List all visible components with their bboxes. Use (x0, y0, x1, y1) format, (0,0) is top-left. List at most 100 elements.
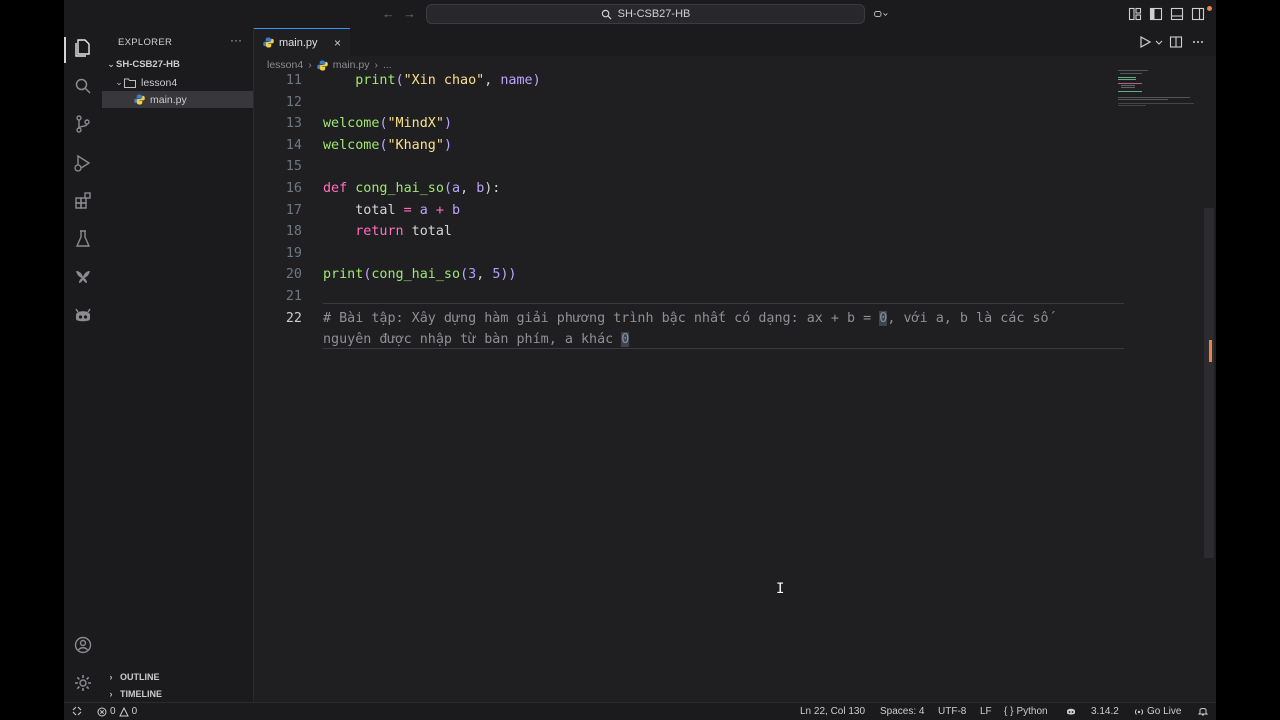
search-icon (601, 9, 612, 20)
code-line[interactable]: 12 (254, 92, 1154, 114)
line-number: 20 (285, 267, 302, 283)
chevron-down-icon[interactable] (1152, 35, 1163, 49)
chevron-right-icon: › (109, 671, 113, 682)
code-line[interactable]: 11 print("Xin chao", name) (254, 70, 1154, 92)
code-line[interactable]: nguyên được nhập từ bàn phím, a khác 0 (254, 329, 1154, 351)
language-label: Python (1016, 706, 1048, 717)
scrollbar-cursor-marker (1209, 340, 1212, 362)
more-actions-icon[interactable]: ··· (230, 33, 242, 47)
code-line[interactable]: 14 welcome("Khang") (254, 135, 1154, 157)
settings-icon[interactable] (72, 672, 94, 694)
flutter-icon[interactable] (72, 266, 94, 288)
go-live-button[interactable]: Go Live (1134, 706, 1181, 717)
chevron-right-icon: › (109, 688, 113, 699)
more-actions-icon[interactable] (1191, 35, 1205, 49)
extensions-icon[interactable] (72, 190, 94, 212)
indentation[interactable]: Spaces: 4 (880, 706, 924, 717)
line-content: print(cong_hai_so(3, 5)) (323, 267, 517, 283)
notifications-bell-icon[interactable] (1198, 706, 1208, 716)
line-number: 19 (285, 245, 302, 261)
warning-count: 0 (131, 706, 138, 717)
line-number: 13 (285, 116, 302, 132)
code-line[interactable]: 19 (254, 243, 1154, 265)
line-content: return total (355, 224, 452, 240)
code-line[interactable]: 20 print(cong_hai_so(3, 5)) (254, 264, 1154, 286)
testing-icon[interactable] (72, 228, 94, 250)
vertical-scrollbar[interactable] (1204, 208, 1214, 558)
timeline-label: TIMELINE (120, 688, 162, 699)
copilot-chat-icon[interactable] (874, 7, 896, 21)
forward-arrow-icon[interactable]: → (403, 6, 416, 21)
folder-lesson4[interactable]: ⌄ lesson4 (102, 74, 253, 91)
status-bar: 0 0 Ln 22, Col 130 Spaces: 4 UTF-8 LF { … (64, 702, 1216, 720)
editor-area: main.py × lesson4 › main.py › ... 11 pri… (254, 28, 1216, 702)
customize-layout-icon[interactable] (1128, 7, 1142, 21)
line-number: 11 (285, 73, 302, 88)
explorer-sidebar: EXPLORER ··· ⌄ SH-CSB27-HB ⌄ lesson4 mai… (102, 28, 254, 702)
line-number: 18 (285, 224, 302, 240)
code-line[interactable]: 18 return total (254, 221, 1154, 243)
code-line[interactable]: 16 def cong_hai_so(a, b): (254, 178, 1154, 200)
cursor-position[interactable]: Ln 22, Col 130 (800, 706, 865, 717)
line-content: print("Xin chao", name) (355, 73, 541, 88)
end-of-line[interactable]: LF (980, 706, 992, 717)
python-file-icon (263, 37, 274, 48)
problems-indicator[interactable]: 0 0 (97, 706, 137, 717)
explorer-icon[interactable] (72, 37, 94, 59)
code-line[interactable]: 13 welcome("MindX") (254, 113, 1154, 135)
close-icon[interactable]: × (334, 36, 341, 50)
tab-label: main.py (279, 36, 318, 49)
line-number: 12 (285, 94, 302, 110)
title-bar: ← → SH-CSB27-HB (64, 0, 1216, 28)
copilot-icon[interactable] (72, 305, 94, 327)
line-content: def cong_hai_so(a, b): (323, 181, 501, 196)
active-indicator (64, 37, 66, 63)
file-main-py[interactable]: main.py (102, 91, 253, 108)
line-number: 17 (285, 202, 302, 218)
braces-icon: { } (1004, 706, 1014, 717)
language-mode[interactable]: { } Python (1004, 706, 1048, 717)
back-arrow-icon[interactable]: ← (382, 6, 395, 21)
workspace-root[interactable]: ⌄ SH-CSB27-HB (102, 56, 253, 73)
command-center[interactable]: SH-CSB27-HB (426, 4, 865, 24)
chevron-down-icon: ⌄ (115, 77, 123, 87)
outline-section[interactable]: › OUTLINE (102, 668, 253, 685)
folder-label: lesson4 (141, 76, 178, 89)
outline-label: OUTLINE (120, 671, 160, 682)
run-python-file-icon[interactable] (1138, 35, 1152, 49)
code-line[interactable]: 22 # Bài tập: Xây dựng hàm giải phương tr… (254, 308, 1154, 330)
line-content: welcome("Khang") (323, 137, 452, 153)
toggle-panel-icon[interactable] (1170, 7, 1184, 21)
code-line[interactable]: 15 (254, 156, 1154, 178)
code-line[interactable]: 21 (254, 286, 1154, 308)
search-icon[interactable] (72, 75, 94, 97)
python-version[interactable]: 3.14.2 (1091, 706, 1119, 717)
activity-bar (64, 28, 102, 702)
error-icon (97, 707, 107, 716)
encoding[interactable]: UTF-8 (938, 706, 966, 717)
line-content: welcome("MindX") (323, 116, 452, 132)
python-file-icon (316, 59, 328, 71)
run-debug-icon[interactable] (72, 152, 94, 174)
remote-indicator-icon[interactable] (72, 706, 82, 716)
file-label: main.py (150, 93, 187, 106)
account-icon[interactable] (72, 634, 94, 656)
line-number: 21 (285, 289, 302, 304)
toggle-primary-sidebar-icon[interactable] (1149, 7, 1163, 21)
line-number: 14 (285, 137, 302, 153)
source-control-icon[interactable] (72, 113, 94, 135)
copilot-status-icon[interactable] (1066, 706, 1076, 716)
line-content: nguyên được nhập từ bàn phím, a khác 0 (323, 332, 630, 348)
toggle-secondary-sidebar-icon[interactable] (1191, 7, 1205, 21)
code-line[interactable]: 17 total = a + b (254, 200, 1154, 222)
minimap[interactable] (1118, 70, 1200, 120)
python-file-icon (134, 94, 145, 105)
tab-main-py[interactable]: main.py × (254, 28, 350, 56)
line-number: 22 (285, 310, 302, 326)
chevron-down-icon: ⌄ (107, 59, 115, 69)
folder-icon (124, 78, 136, 88)
timeline-section[interactable]: › TIMELINE (102, 685, 253, 702)
warning-icon (118, 706, 129, 716)
line-number: 16 (285, 181, 302, 196)
split-editor-icon[interactable] (1169, 35, 1183, 49)
